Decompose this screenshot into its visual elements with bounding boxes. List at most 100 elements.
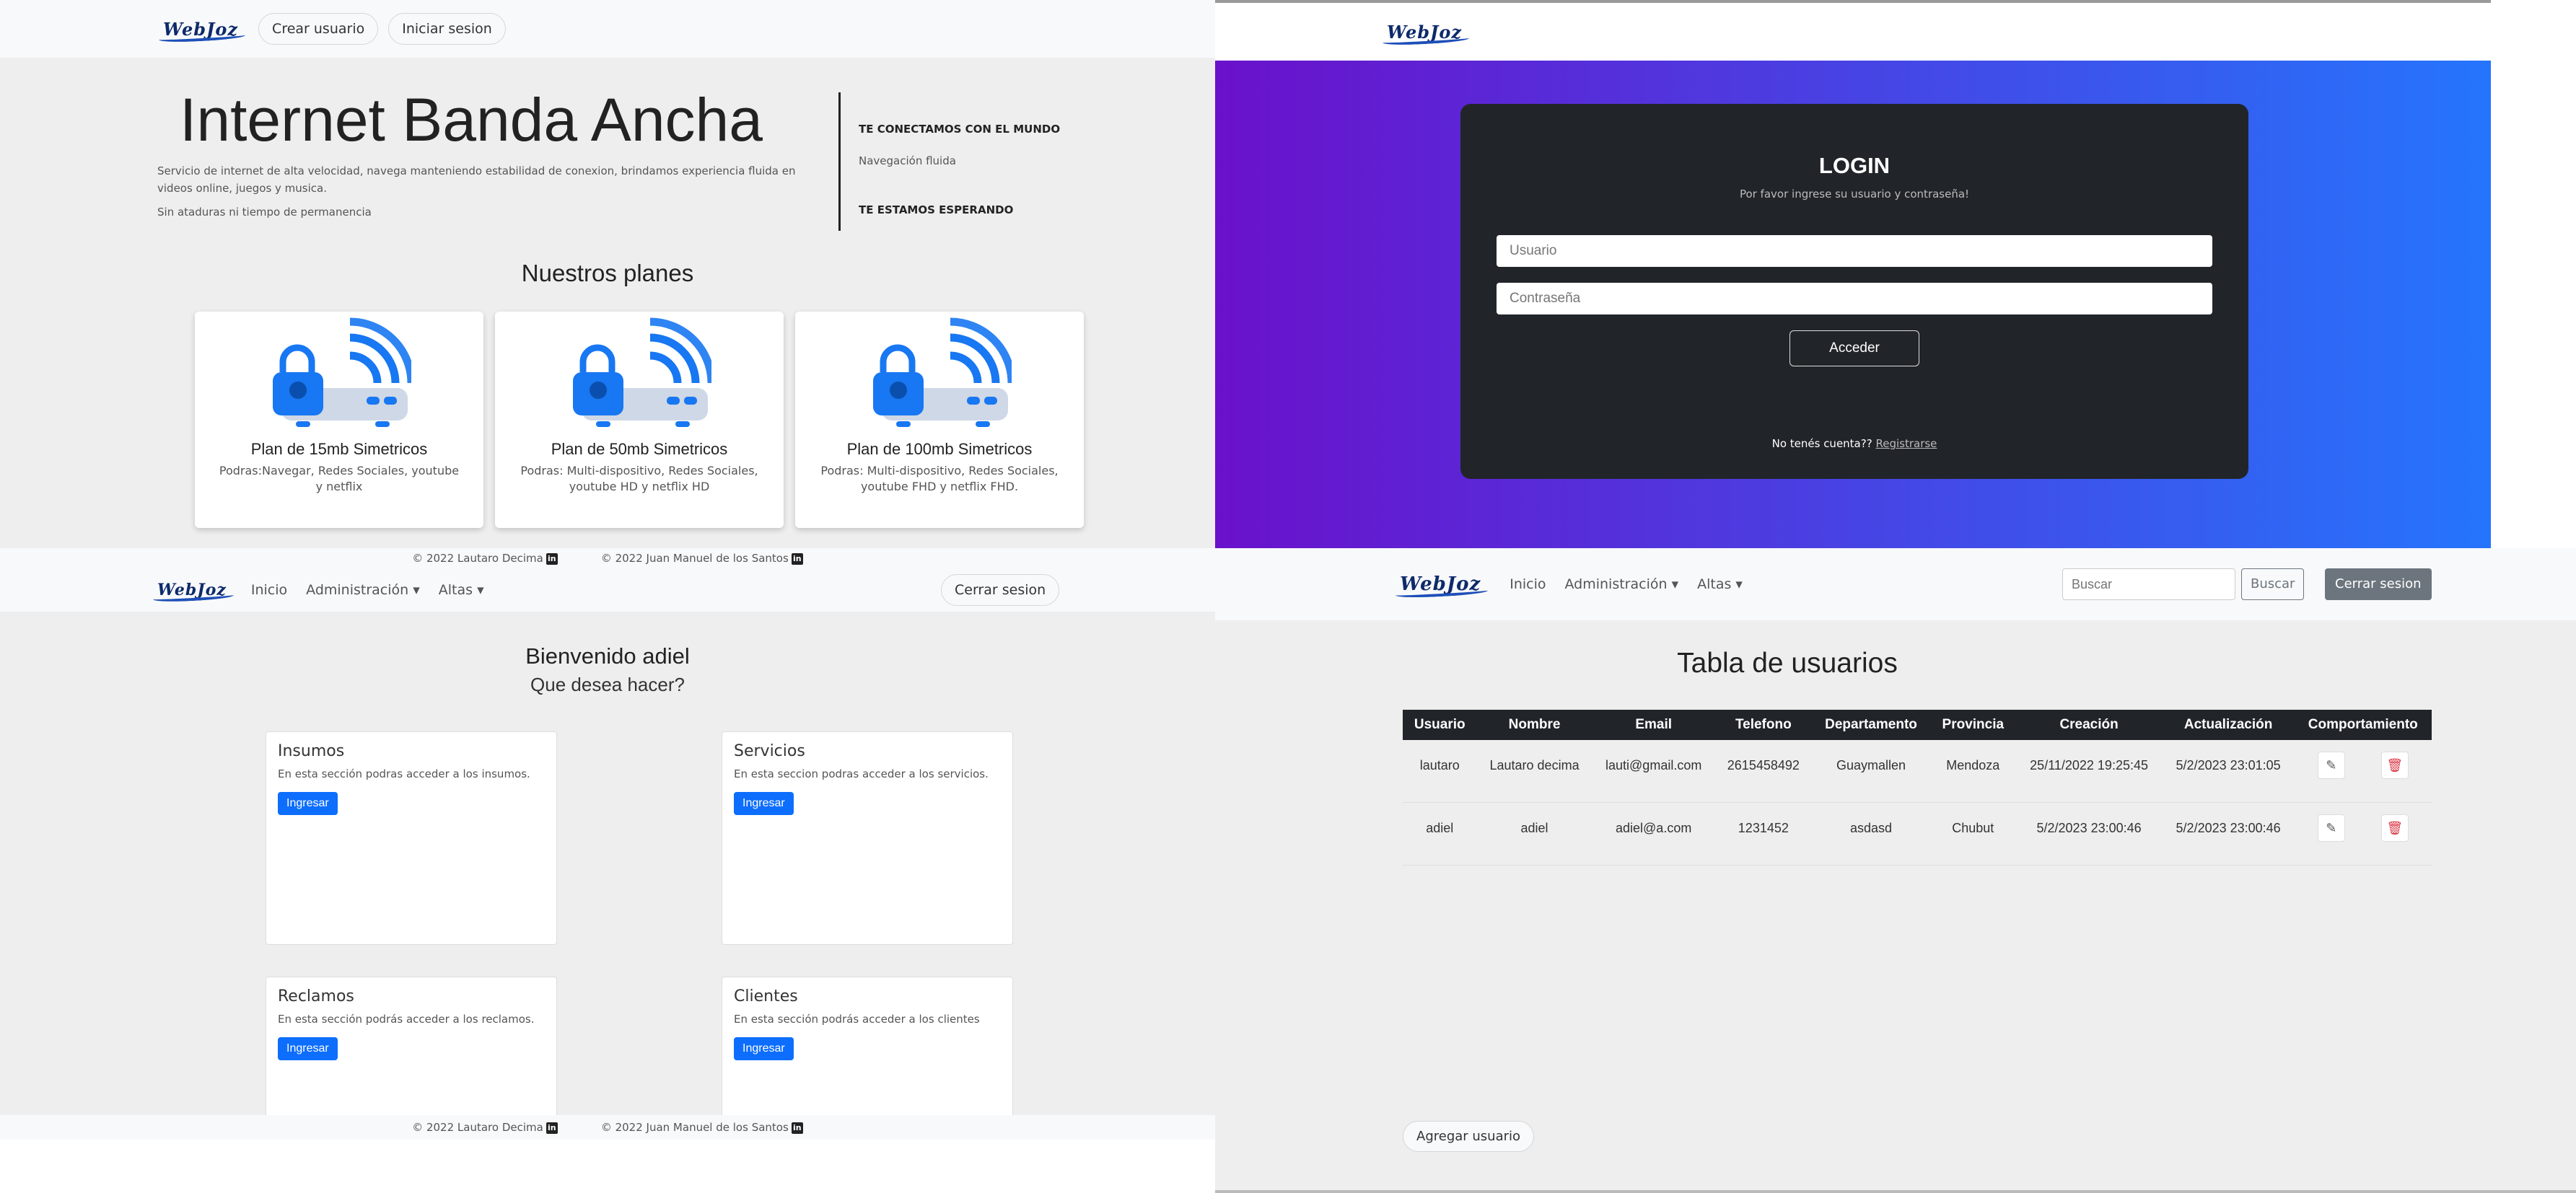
users-navbar: WebJoz Inicio Administración ▾ Altas ▾ B…	[1215, 548, 2576, 620]
login-card: LOGIN Por favor ingrese su usuario y con…	[1460, 104, 2248, 479]
cell: adiel	[1403, 802, 1477, 866]
password-input[interactable]	[1497, 283, 2212, 314]
edit-pencil-icon[interactable]: ✎	[2317, 814, 2345, 842]
ingresar-button[interactable]: Ingresar	[734, 1037, 794, 1060]
hero: Internet Banda Ancha Servicio de interne…	[157, 85, 807, 219]
logout-button[interactable]: Cerrar sesion	[2325, 568, 2432, 600]
iniciar-sesion-button[interactable]: Iniciar sesion	[388, 13, 506, 45]
router-icon	[273, 317, 416, 427]
col-actualizacion: Actualización	[2162, 710, 2295, 740]
login-subtitle: Por favor ingrese su usuario y contraseñ…	[1739, 188, 1970, 201]
plan-title: Plan de 15mb Simetricos	[250, 440, 428, 458]
linkedin-icon[interactable]: in	[546, 553, 558, 565]
no-account-text: No tenés cuenta??	[1771, 437, 1872, 450]
dashboard-footer: © 2022 Lautaro Decima in © 2022 Juan Manu…	[0, 1115, 1215, 1140]
welcome: Bienvenido adiel Que desea hacer?	[0, 643, 1215, 696]
logo[interactable]: WebJoz	[152, 581, 235, 603]
delete-trash-icon[interactable]: 🗑	[2380, 752, 2409, 779]
plan-card: Plan de 100mb Simetricos Podras: Multi-d…	[795, 312, 1084, 528]
linkedin-icon[interactable]: in	[546, 1122, 558, 1134]
side-text: TE CONECTAMOS CON EL MUNDO Navegación fl…	[859, 123, 1060, 216]
users-page: WebJoz Inicio Administración ▾ Altas ▾ B…	[1215, 548, 2576, 1193]
welcome-question: Que desea hacer?	[530, 674, 685, 695]
actions-cell: ✎ 🗑	[2294, 740, 2432, 803]
logout-button[interactable]: Cerrar sesion	[941, 574, 1060, 606]
footer-credit: © 2022 Juan Manuel de los Santos in	[601, 552, 803, 565]
bottom-border	[1215, 1190, 2576, 1193]
cell: adiel@a.com	[1592, 802, 1715, 866]
plan-description: Podras: Multi-dispositivo, Redes Sociale…	[520, 464, 758, 493]
search-input[interactable]	[2062, 568, 2235, 600]
username-input[interactable]	[1497, 235, 2212, 267]
dashboard-page: © 2022 Lautaro Decima in © 2022 Juan Manu…	[0, 548, 1215, 1193]
plan-card: Plan de 50mb Simetricos Podras: Multi-di…	[495, 312, 784, 528]
table-row: lautaro Lautaro decima lauti@gmail.com 2…	[1403, 740, 2432, 803]
router-icon	[873, 317, 1016, 427]
delete-trash-icon[interactable]: 🗑	[2380, 814, 2409, 842]
nav-administracion[interactable]: Administración ▾	[306, 582, 420, 598]
caret-down-icon: ▾	[1731, 576, 1743, 592]
register-link[interactable]: Registrarse	[1875, 437, 1937, 450]
insumos-card: Insumos En esta sección podras acceder a…	[266, 731, 557, 945]
col-email: Email	[1592, 710, 1715, 740]
table-row: adiel adiel adiel@a.com 1231452 asdasd C…	[1403, 802, 2432, 866]
gradient-background: LOGIN Por favor ingrese su usuario y con…	[1215, 61, 2491, 548]
hero-description: Servicio de internet de alta velocidad, …	[157, 164, 796, 195]
home-navbar: WebJoz Crear usuario Iniciar sesion	[0, 0, 1215, 58]
nav-inicio[interactable]: Inicio	[1510, 576, 1546, 592]
hero-note: Sin ataduras ni tiempo de permanencia	[157, 206, 372, 219]
col-departamento: Departamento	[1811, 710, 1931, 740]
welcome-title: Bienvenido adiel	[525, 643, 690, 669]
card-title: Clientes	[734, 987, 798, 1005]
cell: Mendoza	[1930, 740, 2016, 803]
plan-title: Plan de 50mb Simetricos	[551, 440, 728, 458]
logo[interactable]: WebJoz	[158, 19, 246, 43]
acceder-button[interactable]: Acceder	[1789, 330, 1919, 366]
dashboard-navbar: WebJoz Inicio Administración ▾ Altas ▾ C…	[0, 568, 1215, 612]
caret-down-icon: ▾	[1667, 576, 1679, 592]
edit-pencil-icon[interactable]: ✎	[2317, 752, 2345, 779]
login-title: LOGIN	[1818, 153, 1891, 178]
cell: 1231452	[1714, 802, 1812, 866]
agregar-usuario-button[interactable]: Agregar usuario	[1403, 1121, 1535, 1152]
side-heading-3: TE ESTAMOS ESPERANDO	[859, 203, 1014, 216]
cell: 25/11/2022 19:25:45	[2015, 740, 2163, 803]
cell: Chubut	[1930, 802, 2016, 866]
cell: 5/2/2023 23:00:46	[2015, 802, 2163, 866]
nav-administracion[interactable]: Administración ▾	[1565, 576, 1679, 592]
hero-title: Internet Banda Ancha	[180, 86, 763, 154]
logo[interactable]: WebJoz	[1395, 573, 1489, 599]
side-heading-1: TE CONECTAMOS CON EL MUNDO	[859, 123, 1061, 136]
ingresar-button[interactable]: Ingresar	[278, 1037, 338, 1060]
cell: asdasd	[1811, 802, 1931, 866]
cell: Lautaro decima	[1476, 740, 1593, 803]
nav-inicio[interactable]: Inicio	[251, 582, 287, 598]
plan-card: Plan de 15mb Simetricos Podras:Navegar, …	[195, 312, 483, 528]
card-description: En esta sección podrás acceder a los rec…	[278, 1013, 535, 1026]
footer-credit: © 2022 Juan Manuel de los Santos in	[601, 1121, 803, 1134]
card-title: Servicios	[734, 742, 805, 760]
cell: 2615458492	[1714, 740, 1812, 803]
router-icon	[573, 317, 716, 427]
divider	[838, 92, 841, 231]
crear-usuario-button[interactable]: Crear usuario	[258, 13, 379, 45]
plan-description: Podras:Navegar, Redes Sociales, youtube …	[219, 464, 460, 493]
card-description: En esta seccion podras acceder a los ser…	[734, 767, 989, 780]
logo[interactable]: WebJoz	[1382, 22, 1470, 46]
home-page: WebJoz Crear usuario Iniciar sesion Inte…	[0, 0, 1215, 548]
nav-altas[interactable]: Altas ▾	[1697, 576, 1743, 592]
cell: Guaymallen	[1811, 740, 1931, 803]
card-title: Insumos	[278, 742, 345, 760]
ingresar-button[interactable]: Ingresar	[278, 792, 338, 815]
ingresar-button[interactable]: Ingresar	[734, 792, 794, 815]
home-footer: © 2022 Lautaro Decima in © 2022 Juan Manu…	[0, 548, 1215, 568]
login-navbar: WebJoz	[1215, 3, 2491, 61]
card-description: En esta sección podrás acceder a los cli…	[734, 1013, 980, 1026]
search-button[interactable]: Buscar	[2241, 568, 2305, 600]
nav-altas[interactable]: Altas ▾	[439, 582, 484, 598]
cell: 5/2/2023 23:01:05	[2162, 740, 2295, 803]
linkedin-icon[interactable]: in	[791, 1122, 803, 1134]
cell: adiel	[1476, 802, 1593, 866]
linkedin-icon[interactable]: in	[791, 553, 803, 565]
caret-down-icon: ▾	[408, 582, 420, 598]
